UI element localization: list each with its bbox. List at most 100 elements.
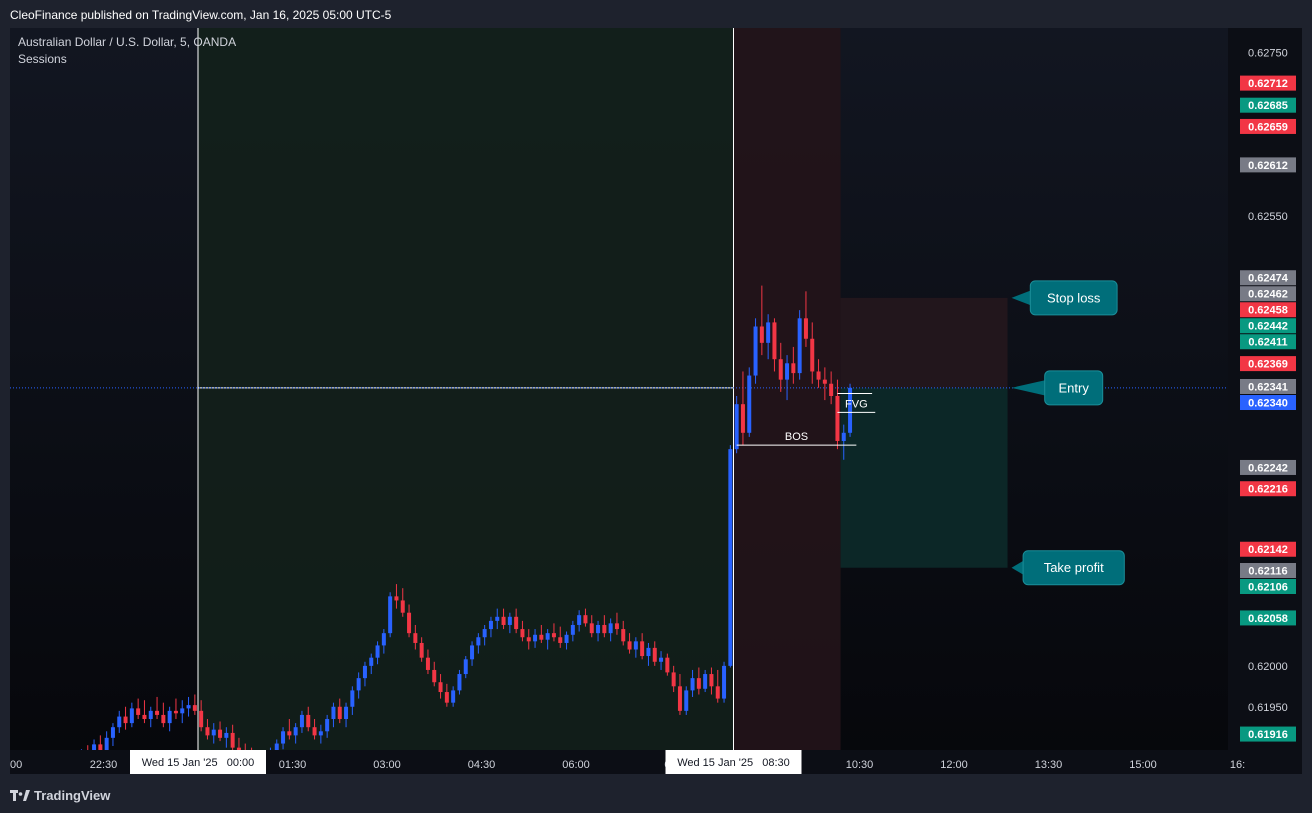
candle-body [136,708,141,715]
price-tag: 0.62612 [1240,157,1296,173]
price-tag-label: 0.62242 [1248,462,1288,474]
candle-body [344,706,349,720]
take-profit-callout[interactable]: Take profit [1011,550,1125,586]
time-axis-highlight: Wed 15 Jan '25 00:00 [130,750,266,774]
candle-body [577,615,582,625]
candle-body [501,616,506,625]
tradingview-logo[interactable]: TradingView [10,788,110,803]
candle-body [400,600,405,613]
price-tag-label: 0.62474 [1248,273,1289,285]
price-tick-label: 0.61950 [1248,702,1288,714]
price-tag-label: 0.62685 [1248,100,1288,112]
candle-body [104,737,109,751]
candle-body [230,732,235,748]
candle-body [388,596,393,634]
price-tag: 0.62685 [1240,97,1296,113]
candle-body [803,318,808,339]
candle-body [205,727,210,736]
candle-body [299,714,304,728]
price-tag-label: 0.61916 [1248,729,1288,741]
candle-body [551,633,556,638]
candle-body [734,404,739,450]
price-tag: 0.62142 [1240,541,1296,557]
candle-body [306,714,311,728]
time-tick-label: 01:30 [279,759,307,771]
candle-body [589,623,594,634]
candle-body [703,674,708,689]
price-tag-label: 0.62462 [1248,289,1288,301]
candle-body [218,729,223,738]
candle-body [520,629,525,638]
candle-body [570,624,575,635]
candle-body [640,641,645,657]
candle-body [287,731,292,736]
price-tag: 0.61916 [1240,726,1296,742]
candle-body [110,727,115,738]
level-label: FVG [845,398,868,410]
price-tag-label: 0.62712 [1248,78,1288,90]
candle-body [753,326,758,376]
candle-body [419,642,424,658]
candle-body [633,641,638,650]
price-tag: 0.62474 [1240,270,1296,286]
candle-body [684,690,689,711]
candle-body [596,624,601,634]
candle-body [413,633,418,643]
price-tag-label: 0.62458 [1248,305,1288,317]
candle-body [98,744,103,751]
candle-body [438,682,443,693]
candle-body [841,432,846,441]
candle-body [671,672,676,687]
candle-body [835,396,840,441]
time-tick-label: 13:30 [1035,759,1063,771]
symbol-legend[interactable]: Australian Dollar / U.S. Dollar, 5, OAND… [18,35,236,49]
candle-body [665,657,670,673]
time-tick-label: 00 [10,759,22,771]
chart-area[interactable]: FVG BOS Stop loss Entry Take profit 0.62750… [10,28,1302,774]
candle-body [142,714,147,720]
candle-body [722,665,727,699]
price-tag: 0.62462 [1240,286,1296,302]
header-bar: CleoFinance published on TradingView.com… [0,0,1312,28]
candle-body [425,657,430,670]
candle-body [659,657,664,662]
candle-body [407,612,412,634]
time-highlight-label: Wed 15 Jan '25 00:00 [142,757,255,769]
candle-body [192,705,197,711]
price-tag: 0.62216 [1240,481,1296,497]
candle-body [822,379,827,384]
candle-body [312,727,317,736]
candle-body [331,706,336,720]
candle-body [318,731,323,736]
candle-body [621,629,626,642]
time-tick-label: 10:30 [846,759,874,771]
candle-body [797,318,802,374]
price-tag: 0.62411 [1240,334,1296,350]
candle-body [186,705,191,709]
callout-text: Take profit [1044,560,1104,575]
candle-body [709,674,714,687]
candle-body [325,719,330,732]
price-tag-label: 0.62369 [1248,359,1288,371]
candle-body [778,359,783,380]
price-tag-label: 0.62411 [1248,337,1287,349]
price-tag-label: 0.62340 [1248,398,1288,410]
footer-bar: TradingView [0,774,1312,813]
candle-body [627,641,632,650]
price-tag-label: 0.62058 [1248,613,1288,625]
candle-body [444,692,449,703]
candle-body [526,637,531,642]
candle-body [173,710,178,714]
candle-body [539,634,544,640]
candle-body [558,637,563,643]
candle-body [129,708,134,724]
candle-body [451,690,456,703]
candle-body [829,383,834,396]
price-tag: 0.62458 [1240,302,1296,318]
candle-body [816,371,821,380]
indicator-legend[interactable]: Sessions [18,52,67,66]
chart-canvas[interactable]: FVG BOS Stop loss Entry Take profit 0.62750… [10,28,1302,774]
candle-body [785,363,790,380]
candle-body [337,706,342,720]
candle-body [608,623,613,634]
